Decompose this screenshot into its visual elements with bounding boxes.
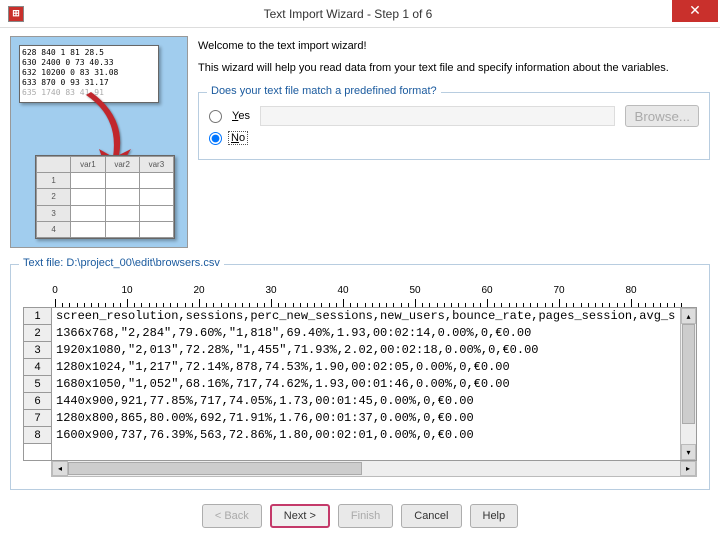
- titlebar: ⊞ Text Import Wizard - Step 1 of 6 ✕: [0, 0, 720, 28]
- finish-button: Finish: [338, 504, 393, 528]
- close-button[interactable]: ✕: [672, 0, 718, 22]
- intro-text: Welcome to the text import wizard! This …: [198, 36, 710, 248]
- column-ruler: 01020304050607080: [51, 285, 683, 307]
- horizontal-scrollbar[interactable]: ◂ ▸: [51, 461, 697, 477]
- format-path-input: [260, 106, 615, 126]
- next-button[interactable]: Next >: [270, 504, 330, 528]
- radio-yes[interactable]: [209, 110, 222, 123]
- browse-button: Browse...: [625, 105, 699, 127]
- help-button[interactable]: Help: [470, 504, 519, 528]
- vscroll-thumb[interactable]: [682, 324, 695, 424]
- illustration-table: var1var2var3 1 2 3 4: [35, 155, 175, 239]
- scroll-down-icon[interactable]: ▾: [681, 444, 696, 460]
- back-button: < Back: [202, 504, 262, 528]
- scroll-right-icon[interactable]: ▸: [680, 461, 696, 476]
- radio-no-label: NNoo: [228, 131, 248, 145]
- illustration-textfile: 628 840 1 81 28.5 630 2400 0 73 40.33 63…: [19, 45, 159, 103]
- cancel-button[interactable]: Cancel: [401, 504, 461, 528]
- description-text: This wizard will help you read data from…: [198, 62, 710, 74]
- text-file-group: Text file: D:\project_00\edit\browsers.c…: [10, 264, 710, 490]
- radio-no[interactable]: [209, 132, 222, 145]
- radio-yes-label: YYeses: [232, 110, 250, 122]
- welcome-text: Welcome to the text import wizard!: [198, 40, 710, 52]
- window-title: Text Import Wizard - Step 1 of 6: [24, 7, 672, 21]
- file-preview: screen_resolution,sessions,perc_new_sess…: [52, 308, 680, 460]
- predefined-format-group: Does your text file match a predefined f…: [198, 92, 710, 160]
- format-legend: Does your text file match a predefined f…: [207, 85, 441, 97]
- file-legend: Text file: D:\project_00\edit\browsers.c…: [19, 257, 224, 269]
- scroll-up-icon[interactable]: ▴: [681, 308, 696, 324]
- wizard-illustration: 628 840 1 81 28.5 630 2400 0 73 40.33 63…: [10, 36, 188, 248]
- preview-rownums: 12345678: [24, 308, 52, 460]
- app-icon: ⊞: [8, 6, 24, 22]
- vertical-scrollbar[interactable]: ▴ ▾: [680, 308, 696, 460]
- button-bar: < Back Next > Finish Cancel Help: [10, 504, 710, 528]
- hscroll-thumb[interactable]: [68, 462, 362, 475]
- scroll-left-icon[interactable]: ◂: [52, 461, 68, 476]
